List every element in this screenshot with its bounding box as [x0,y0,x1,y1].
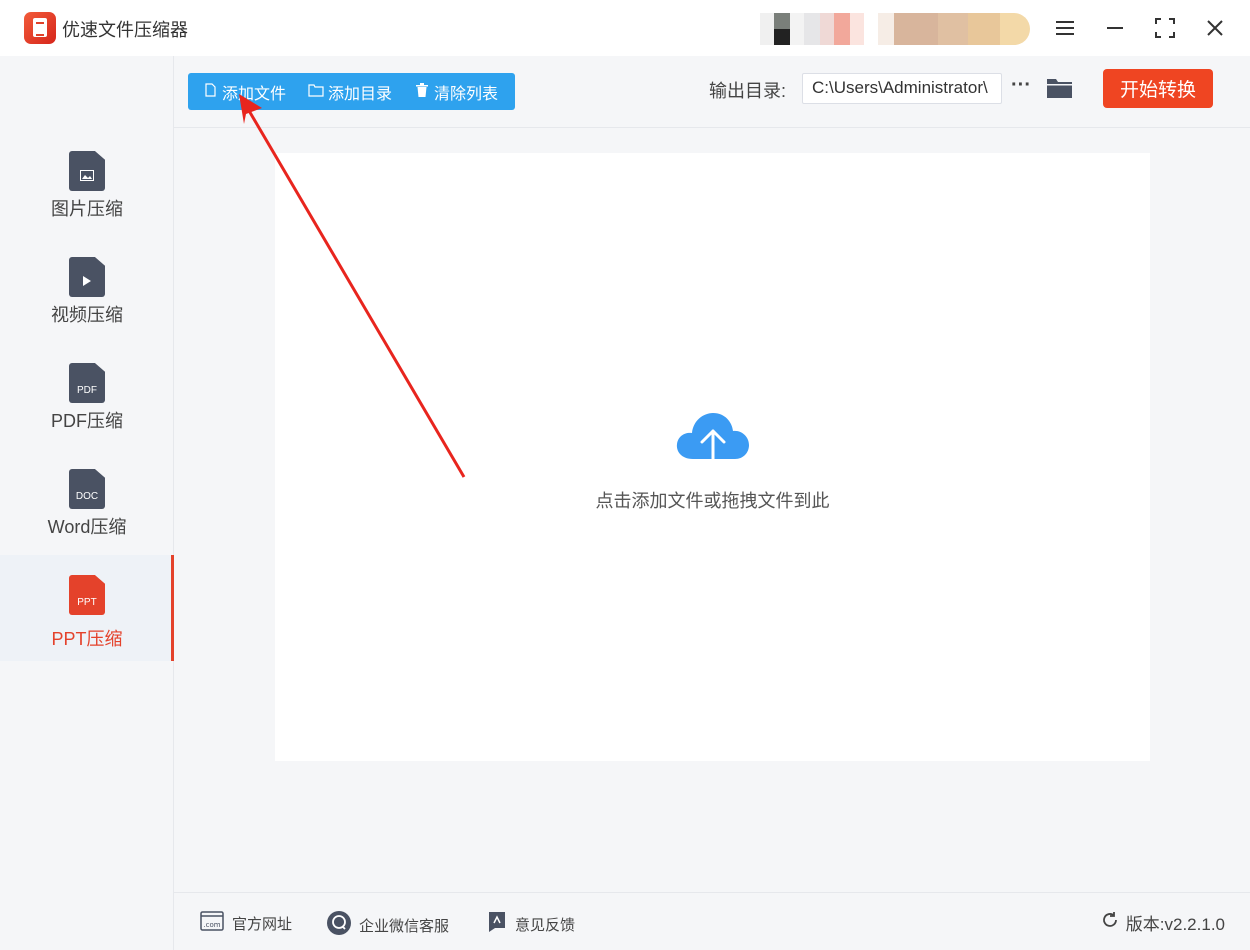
file-icon [202,83,218,100]
doc-file-icon: DOC [69,469,105,509]
ppt-file-icon: PPT [69,575,105,615]
file-drop-zone[interactable]: 点击添加文件或拖拽文件到此 [275,153,1150,761]
version-label: 版本:v2.2.1.0 [1125,915,1225,934]
svg-text:.com: .com [203,921,220,929]
add-folder-button[interactable]: 添加目录 [308,80,392,104]
output-dir-input[interactable]: C:\Users\Administrator\ [802,73,1002,104]
app-logo-icon [24,12,56,44]
pdf-file-icon: PDF [69,363,105,403]
sidebar-item-label: 视频压缩 [51,305,123,325]
website-icon: .com [200,911,224,935]
add-folder-label: 添加目录 [328,85,393,103]
sidebar-item-video-compress[interactable]: 视频压缩 [0,245,174,351]
app-title: 优速文件压缩器 [62,20,188,40]
official-website-link[interactable]: .com 官方网址 [200,911,292,935]
video-file-icon [69,257,105,297]
close-icon[interactable] [1199,12,1231,44]
sidebar-item-word-compress[interactable]: DOC Word压缩 [0,457,174,563]
clear-list-label: 清除列表 [434,85,499,103]
version-info: 版本:v2.2.1.0 [1100,910,1225,935]
feedback-icon [487,911,507,937]
sidebar-item-pdf-compress[interactable]: PDF PDF压缩 [0,351,174,457]
image-file-icon [69,151,105,191]
menu-icon[interactable] [1049,12,1081,44]
maximize-icon[interactable] [1149,12,1181,44]
minimize-icon[interactable] [1099,12,1131,44]
toolbar-divider [174,127,1250,128]
footer-bar: .com 官方网址 企业微信客服 意见反馈 版本:v2.2.1.0 [174,892,1250,950]
file-toolbar: 添加文件 添加目录 清除列表 [188,73,515,110]
add-file-label: 添加文件 [222,85,287,103]
sidebar-item-label: PDF压缩 [51,411,123,431]
trash-icon [414,83,430,100]
wechat-icon [327,911,351,939]
folder-icon[interactable] [1047,77,1072,98]
feedback-link[interactable]: 意见反馈 [487,911,575,937]
clear-list-button[interactable]: 清除列表 [414,80,498,104]
sidebar-item-label: 图片压缩 [51,199,123,219]
sidebar-item-label: Word压缩 [47,517,127,537]
drop-zone-hint: 点击添加文件或拖拽文件到此 [595,491,830,511]
wechat-service-link[interactable]: 企业微信客服 [327,911,449,939]
add-file-button[interactable]: 添加文件 [202,80,286,104]
cloud-upload-icon [675,409,751,475]
more-options-button[interactable]: ··· [1008,74,1034,102]
sidebar: 图片压缩 视频压缩 PDF PDF压缩 DOC Word压缩 PPT PPT压缩 [0,56,174,950]
folder-outline-icon [308,83,324,100]
sidebar-item-ppt-compress[interactable]: PPT PPT压缩 [0,555,174,661]
sidebar-item-image-compress[interactable]: 图片压缩 [0,139,174,245]
sidebar-item-label: PPT压缩 [51,629,123,649]
wechat-service-label: 企业微信客服 [359,917,450,935]
title-bar: 优速文件压缩器 [0,0,1250,56]
start-convert-button[interactable]: 开始转换 [1103,69,1213,108]
output-dir-label: 输出目录: [709,81,787,101]
user-account-blurred[interactable] [760,13,1030,45]
feedback-label: 意见反馈 [515,916,576,934]
official-website-label: 官方网址 [232,915,293,933]
refresh-icon[interactable] [1100,910,1120,935]
